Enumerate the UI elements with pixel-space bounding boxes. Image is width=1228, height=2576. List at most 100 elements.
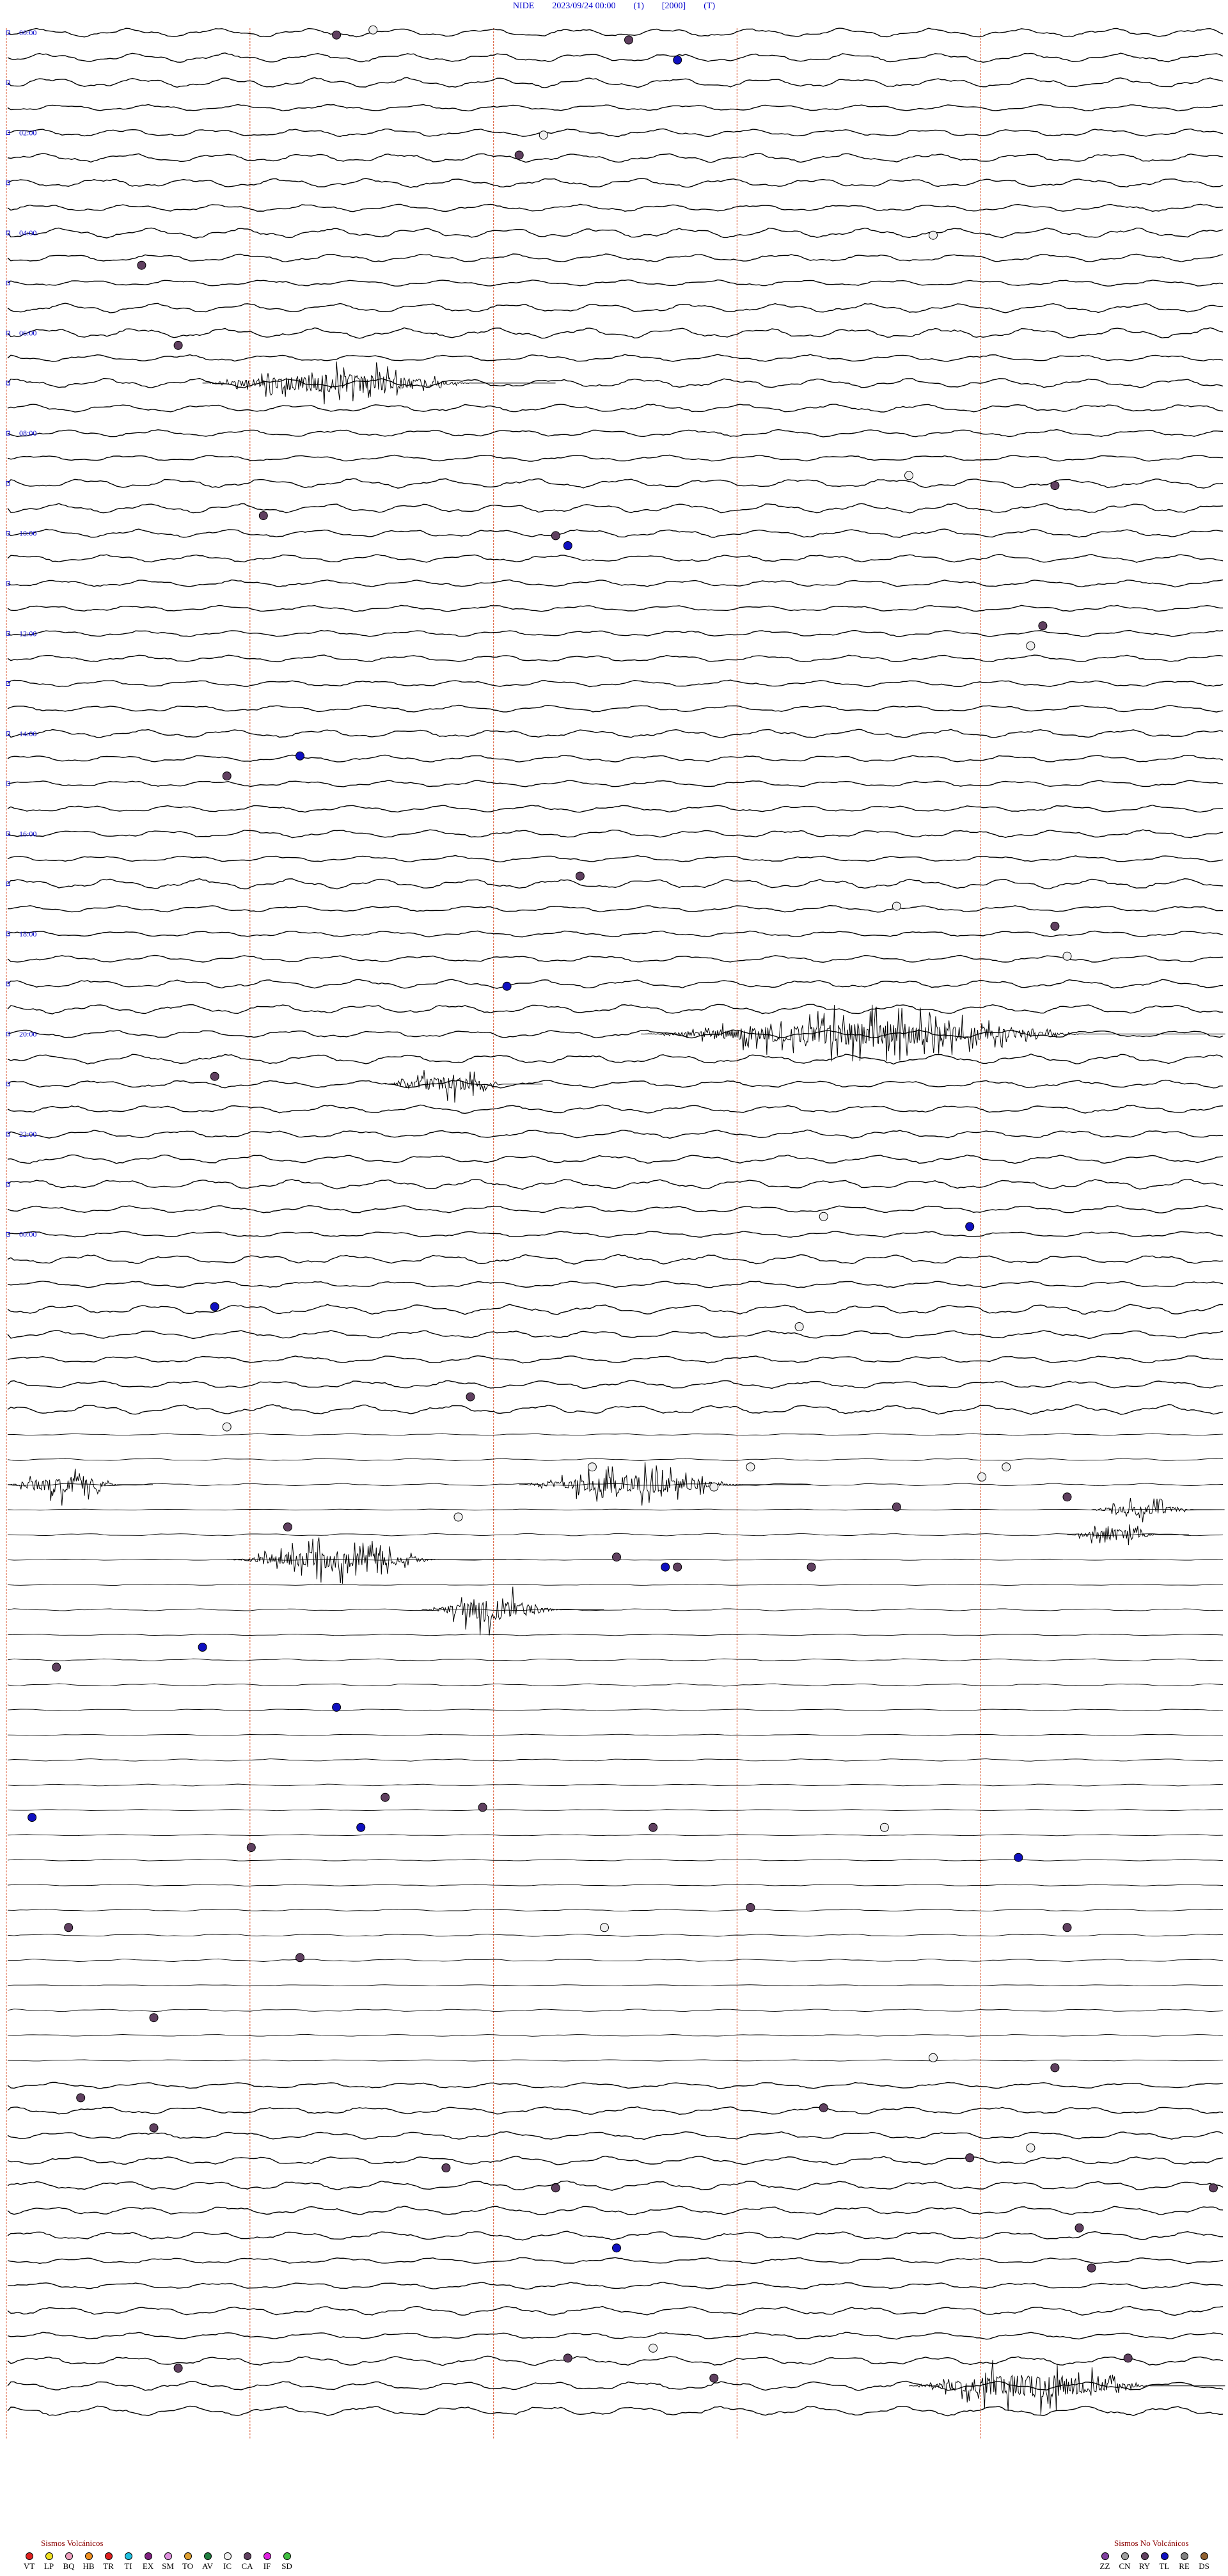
trace-line: [7, 203, 1223, 212]
trace-line: [7, 2180, 1224, 2191]
event-marker: [332, 30, 342, 40]
trace-line: [7, 1458, 1224, 1461]
event-marker: [1062, 1923, 1072, 1932]
legend-item: HB: [79, 2552, 98, 2571]
hour-label: 14:00: [19, 729, 36, 738]
trace-line: [7, 1859, 1224, 1861]
trace-line: [7, 454, 1224, 462]
event-marker: [222, 1422, 232, 1432]
event-marker: [673, 55, 682, 65]
legend-item: RE: [1174, 2552, 1194, 2571]
event-marker: [1026, 641, 1035, 651]
trace-line: [7, 1254, 1224, 1265]
trace-line: [7, 553, 1224, 563]
trace-line: [7, 1933, 1224, 1937]
trace-line: [7, 1029, 1224, 1039]
event-marker: [332, 1702, 342, 1712]
trace-line: [7, 303, 1224, 313]
trace-line: [7, 2332, 1224, 2340]
trace-line: [7, 1608, 1223, 1611]
trace-line: [7, 1533, 1224, 1537]
trace-line: [7, 1205, 1224, 1213]
trace-line: [7, 227, 1224, 239]
event-marker: [965, 1222, 975, 1231]
event-marker: [819, 1212, 828, 1221]
seismic-burst: [641, 1004, 1225, 1062]
trace-line: [7, 1053, 1224, 1065]
event-marker: [965, 2153, 975, 2163]
hour-label: 12:00: [19, 629, 36, 638]
event-marker: [746, 1462, 755, 1472]
event-marker: [879, 1822, 889, 1832]
trace-line: [7, 1433, 1224, 1436]
legend-code: TR: [103, 2561, 114, 2571]
event-marker: [575, 871, 585, 881]
trace-line: [7, 1304, 1224, 1315]
event-marker: [368, 25, 378, 35]
event-marker: [624, 35, 633, 45]
legend-volcanic-title: Sismos Volcánicos: [41, 2538, 104, 2548]
trace-line: [7, 1154, 1224, 1164]
legend-dot: [1160, 2552, 1169, 2560]
trace-line: [7, 629, 1224, 638]
event-marker: [929, 230, 938, 240]
trace-line: [7, 754, 1224, 763]
legend-item: CN: [1115, 2552, 1135, 2571]
event-marker: [149, 2013, 159, 2023]
trace-line: [7, 1231, 1224, 1238]
hour-label: 16:00: [19, 829, 36, 838]
trace-line: [7, 1734, 1223, 1736]
seismic-burst: [385, 1070, 543, 1103]
event-marker: [149, 2123, 159, 2133]
event-marker: [892, 1502, 901, 1512]
trace-line: [7, 28, 1224, 38]
trace-line: [7, 1884, 1224, 1886]
event-marker: [807, 1562, 816, 1572]
trace-line: [7, 153, 1224, 163]
trace-line: [7, 104, 1223, 112]
hour-label: 06:00: [19, 329, 36, 338]
trace-line: [7, 2131, 1224, 2140]
event-marker: [64, 1923, 74, 1932]
event-marker: [173, 340, 183, 350]
event-marker: [137, 260, 146, 270]
legend-code: RE: [1179, 2561, 1190, 2571]
event-marker: [563, 2353, 572, 2363]
event-marker: [1062, 951, 1072, 961]
trace-line: [7, 354, 1224, 362]
event-marker: [977, 1472, 987, 1482]
event-marker: [612, 1553, 621, 1562]
legend-code: IF: [263, 2561, 271, 2571]
trace-line: [7, 478, 1224, 489]
event-marker: [1209, 2183, 1218, 2193]
trace-line: [7, 2155, 1224, 2166]
legend-dot: [283, 2552, 291, 2560]
event-marker: [1050, 481, 1060, 491]
trace-line: [7, 1380, 1224, 1389]
trace-line: [7, 377, 1224, 389]
trace-line: [7, 2206, 1224, 2216]
legend-dot: [1180, 2552, 1188, 2560]
seismic-burst: [202, 361, 556, 405]
trace-line: [7, 1958, 1224, 1962]
event-marker: [1123, 2353, 1133, 2363]
legend-item: SD: [277, 2552, 297, 2571]
trace-line: [7, 2257, 1224, 2264]
trace-line: [7, 52, 1224, 63]
trace-line: [7, 2355, 1224, 2366]
trace-line: [7, 1709, 1224, 1711]
legend-item: VT: [19, 2552, 39, 2571]
event-marker: [1002, 1462, 1011, 1472]
event-marker: [551, 2183, 560, 2193]
legend-dot: [263, 2552, 271, 2560]
trace-line: [7, 1984, 1224, 1986]
event-marker: [222, 771, 232, 781]
event-marker: [1074, 2223, 1084, 2232]
event-marker: [28, 1813, 37, 1822]
trace-line: [7, 878, 1224, 890]
legend-code: CA: [241, 2561, 253, 2571]
legend-item: RY: [1135, 2552, 1154, 2571]
trace-line: [7, 2281, 1224, 2290]
hour-label: 08:00: [19, 429, 36, 438]
legend-code: CN: [1119, 2561, 1131, 2571]
